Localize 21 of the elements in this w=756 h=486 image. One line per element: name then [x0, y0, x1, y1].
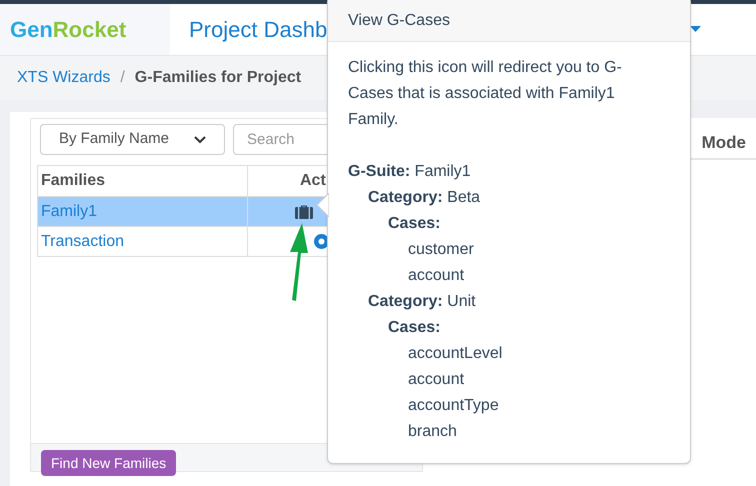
breadcrumb-separator: / [120, 68, 125, 88]
tree-item: branch [408, 422, 457, 442]
breadcrumb-link[interactable]: XTS Wizards [17, 66, 110, 90]
tree-item: accountType [408, 396, 499, 416]
mode-label: Mode [702, 132, 746, 154]
sort-select[interactable]: By Family Name [40, 124, 225, 155]
breadcrumb-current: G-Families for Project [134, 68, 302, 88]
tree-item: account [408, 266, 464, 286]
tree-item: accountLevel [408, 344, 502, 364]
family-link[interactable]: Transaction [38, 226, 248, 256]
popover-title: View G-Cases [348, 11, 450, 31]
column-header: Families [38, 166, 248, 196]
chevron-icon [194, 136, 206, 144]
tree-item: Cases: [388, 318, 440, 338]
logo[interactable]: GenRocket [0, 4, 170, 55]
caret-icon[interactable] [690, 26, 701, 32]
tree-item: account [408, 370, 464, 390]
briefcase-icon[interactable] [295, 204, 313, 219]
find-new-families-button[interactable]: Find New Families [41, 450, 176, 476]
tree-item: Category: Unit [368, 292, 476, 312]
page-title: Project Dashb [189, 16, 328, 44]
